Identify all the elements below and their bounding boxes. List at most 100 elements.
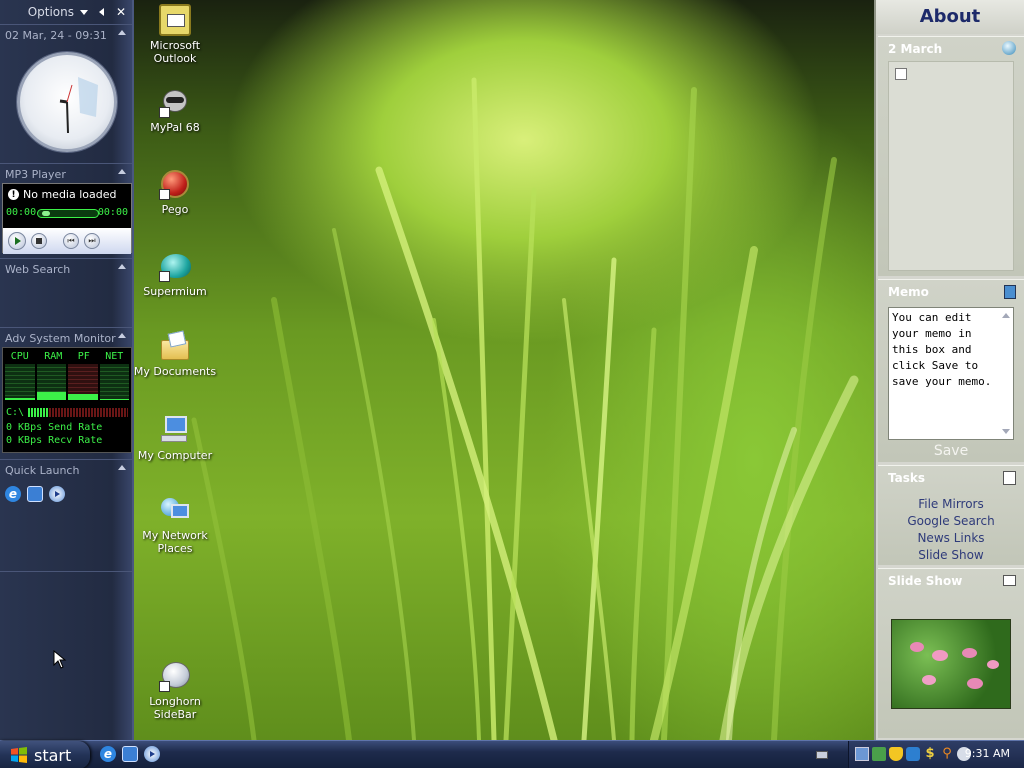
longhorn-sidebar-icon [159,660,191,692]
slideshow-picture-icon[interactable] [1003,575,1016,586]
media-player-icon[interactable] [144,746,160,762]
desktop-icon-label: Microsoft Outlook [149,39,201,65]
options-dropdown-icon[interactable] [80,9,88,15]
desktop-icon-longhorn-sidebar[interactable]: Longhorn SideBar [132,660,218,721]
lily-flower [932,650,948,661]
calendar-header[interactable]: 2 March [878,37,1024,61]
tray-shield-icon[interactable] [889,747,903,761]
drive-label: C:\ [6,407,25,418]
drive-usage-row: C:\ [6,407,129,418]
desktop-icon-label: My Documents [133,365,217,378]
collapse-left-icon[interactable] [94,5,108,19]
memo-textarea[interactable]: You can edit your memo in this box and c… [888,307,1014,440]
sidebar-separator [0,571,132,572]
system-monitor: CPU RAM PF NET C:\ 0 KBps Send Rate 0 KB… [2,347,132,453]
pf-graph [68,364,98,400]
clock-tile-header[interactable]: 02 Mar, 24 - 09:31 [0,25,132,45]
calendar-globe-icon[interactable] [1002,41,1016,55]
show-desktop-icon[interactable] [122,746,138,762]
drive-usage-bar [28,408,129,417]
calendar-date-label: 2 March [888,42,943,56]
collapse-quick-launch-icon[interactable] [118,465,126,470]
memo-scroll-up-icon[interactable] [1002,313,1010,318]
taskbar-clock[interactable]: 9:31 AM [965,747,1010,760]
task-link[interactable]: News Links [878,530,1024,547]
desktop-icon-mypal[interactable]: MyPal 68 [132,86,218,134]
desktop-icon-label: Supermium [143,285,207,298]
slideshow-tile: Slide Show [878,568,1024,738]
windows-logo-icon [11,747,27,763]
monitor-column-label: PF [77,351,90,362]
previous-button[interactable]: ⏮ [63,233,79,249]
memo-scroll-down-icon[interactable] [1002,429,1010,434]
media-player-icon[interactable] [49,486,65,502]
tray-speaker-icon[interactable] [906,747,920,761]
mp3-tile: MP3 Player [0,163,132,184]
lily-flower [962,648,977,658]
collapse-system-monitor-icon[interactable] [118,333,126,338]
folder-icon [159,330,191,362]
play-button[interactable] [8,232,26,250]
system-monitor-header[interactable]: Adv System Monitor [0,328,132,348]
internet-explorer-icon[interactable]: e [5,486,21,502]
stop-button[interactable] [31,233,47,249]
desktop-icon-label: Longhorn SideBar [149,695,201,721]
computer-icon [159,414,191,446]
mp3-progress-bar[interactable] [37,209,99,218]
about-header[interactable]: About [876,0,1024,34]
internet-explorer-icon[interactable]: e [100,746,116,762]
tray-network-icon[interactable] [872,747,886,761]
mouse-cursor-icon [53,650,67,669]
tray-icons: $ ⚲ [855,747,971,761]
collapse-web-search-icon[interactable] [118,264,126,269]
keyboard-icon[interactable] [816,751,828,759]
lily-flower [987,660,999,669]
task-link[interactable]: File Mirrors [878,496,1024,513]
tasks-header[interactable]: Tasks [878,466,1024,490]
tasks-checklist-icon[interactable] [1003,471,1016,485]
tray-computer-icon[interactable] [855,747,869,761]
mp3-controls: ⏮ ⏭ [3,228,131,254]
save-label: Save [933,443,969,459]
web-search-header[interactable]: Web Search [0,259,132,279]
next-button[interactable]: ⏭ [84,233,100,249]
collapse-clock-icon[interactable] [118,30,126,35]
desktop-icon-my-computer[interactable]: My Computer [132,414,218,462]
quick-launch-header[interactable]: Quick Launch [0,460,132,480]
desktop-icon-supermium[interactable]: Supermium [132,250,218,298]
desktop-icon-pego[interactable]: Pego [132,168,218,216]
collapse-mp3-icon[interactable] [118,169,126,174]
task-link[interactable]: Slide Show [878,547,1024,564]
memo-save-button[interactable]: Save [878,443,1024,459]
mp3-player: ! No media loaded 00:00 00:00 ⏮ ⏭ [2,183,132,254]
start-button[interactable]: start [0,741,90,768]
memo-text: You can edit your memo in this box and c… [892,311,992,388]
outlook-icon [159,4,191,36]
desktop-icon-network-places[interactable]: My Network Places [132,494,218,555]
mp3-tile-header[interactable]: MP3 Player [0,164,132,184]
mp3-time-total: 00:00 [97,207,128,218]
shortcut-arrow-icon [159,681,170,692]
slideshow-header[interactable]: Slide Show [878,569,1024,593]
desktop-icon-outlook[interactable]: Microsoft Outlook [132,4,218,65]
show-desktop-icon[interactable] [27,486,43,502]
tray-dollar-icon[interactable]: $ [923,747,937,761]
memo-header[interactable]: Memo [878,280,1024,304]
task-link[interactable]: Google Search [878,513,1024,530]
lily-flower [967,678,983,689]
tray-search-icon[interactable]: ⚲ [940,747,954,761]
desktop-icon-my-documents[interactable]: My Documents [132,330,218,378]
lily-flower [922,675,936,685]
options-menu[interactable]: Options [28,5,74,19]
clock-date-label: 02 Mar, 24 - 09:31 [5,29,107,42]
send-rate: 0 KBps Send Rate [6,422,103,433]
slideshow-image[interactable] [891,619,1011,709]
start-label: start [34,745,72,765]
memo-notepad-icon[interactable] [1004,285,1016,299]
monitor-graphs [5,364,129,400]
mp3-progress-thumb[interactable] [42,211,50,216]
raccoon-icon [159,86,191,118]
desktop-icon-label: MyPal 68 [150,121,200,134]
play-icon [15,237,21,245]
close-sidebar-icon[interactable]: ✕ [114,5,128,19]
